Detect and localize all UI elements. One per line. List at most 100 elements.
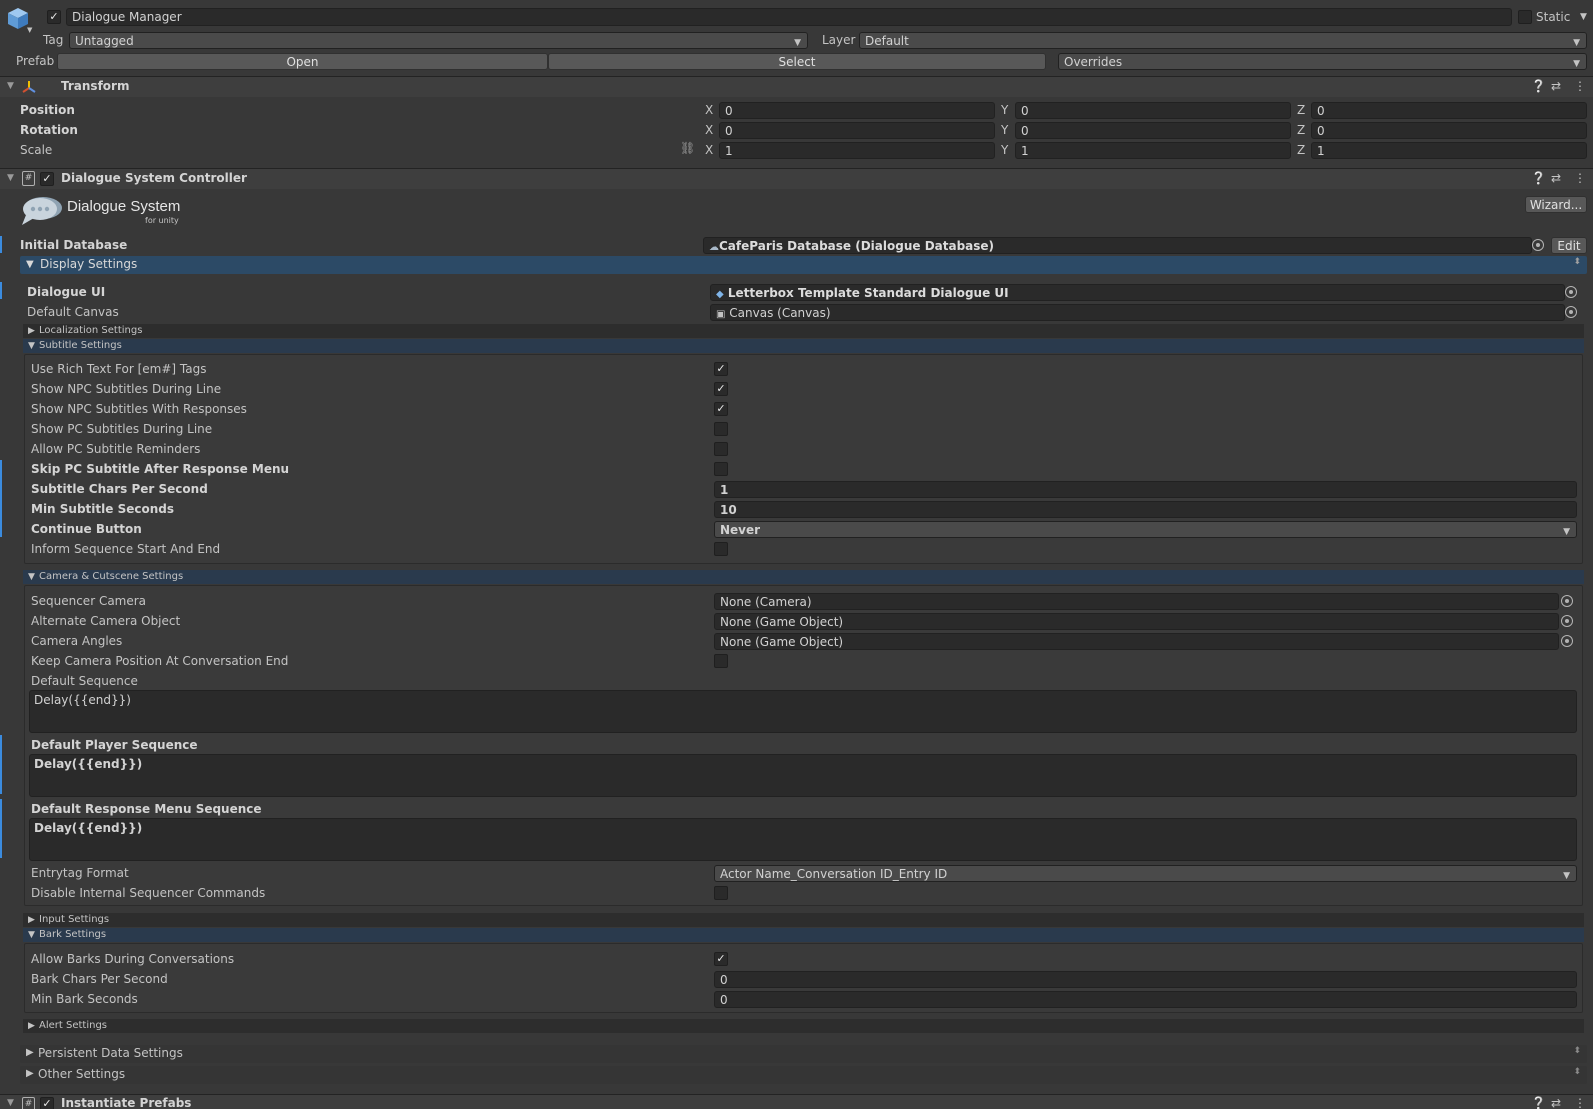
expand-collapse-icon[interactable]: ⬍ <box>1573 257 1581 267</box>
object-picker-icon[interactable] <box>1561 595 1573 607</box>
dialogue-ui-label: Dialogue UI <box>27 285 106 299</box>
subtitle-chars-label: Subtitle Chars Per Second <box>31 482 208 496</box>
chevron-down-icon: ▼ <box>1563 527 1570 537</box>
position-z-field[interactable]: 0 <box>1311 102 1587 119</box>
inform-sequence-checkbox[interactable] <box>714 542 728 556</box>
scale-z-field[interactable]: 1 <box>1311 142 1587 159</box>
entrytag-format-value: Actor Name_Conversation ID_Entry ID <box>720 867 948 881</box>
input-settings-header[interactable]: ▶ Input Settings <box>23 913 1584 927</box>
disable-internal-checkbox[interactable] <box>714 886 728 900</box>
dialogue-system-controller-header[interactable]: ▼ # ✓ Dialogue System Controller ❔ ⇄ ⋮ <box>0 168 1593 189</box>
kebab-menu-icon[interactable]: ⋮ <box>1574 171 1586 185</box>
entrytag-format-dropdown[interactable]: Actor Name_Conversation ID_Entry ID ▼ <box>714 865 1577 882</box>
other-settings-title: Other Settings <box>38 1067 126 1081</box>
response-sequence-textarea[interactable]: Delay({{end}}) <box>29 818 1577 861</box>
dialogue-ui-field[interactable]: ◆ Letterbox Template Standard Dialogue U… <box>710 284 1565 301</box>
camera-settings-header[interactable]: ▼ Camera & Cutscene Settings <box>23 570 1584 584</box>
help-icon[interactable]: ❔ <box>1531 171 1546 185</box>
help-icon[interactable]: ❔ <box>1531 79 1546 93</box>
pc-during-line-checkbox[interactable] <box>714 422 728 436</box>
edit-database-button[interactable]: Edit <box>1551 237 1587 254</box>
rich-text-checkbox[interactable]: ✓ <box>714 362 728 376</box>
object-picker-icon[interactable] <box>1561 615 1573 627</box>
scale-x-field[interactable]: 1 <box>719 142 995 159</box>
instantiate-prefabs-title: Instantiate Prefabs <box>61 1096 192 1109</box>
player-sequence-label: Default Player Sequence <box>31 738 198 752</box>
static-checkbox[interactable] <box>1518 10 1532 24</box>
database-icon: ☁ <box>709 242 719 253</box>
default-canvas-field[interactable]: ▣ Canvas (Canvas) <box>710 304 1565 321</box>
foldout-arrow-icon: ▼ <box>7 81 14 91</box>
persistent-data-settings-title: Persistent Data Settings <box>38 1046 183 1060</box>
icon-dropdown-arrow-icon[interactable]: ▼ <box>27 26 32 34</box>
display-settings-header[interactable]: ▼ Display Settings ⬍ <box>20 256 1587 274</box>
pc-reminders-label: Allow PC Subtitle Reminders <box>31 442 201 456</box>
pc-reminders-checkbox[interactable] <box>714 442 728 456</box>
subtitle-chars-field[interactable]: 1 <box>714 481 1577 498</box>
foldout-arrow-icon: ▼ <box>7 1098 14 1108</box>
wizard-button[interactable]: Wizard... <box>1525 196 1587 213</box>
object-picker-icon[interactable] <box>1565 286 1577 298</box>
allow-barks-checkbox[interactable]: ✓ <box>714 952 728 966</box>
modified-indicator <box>0 735 2 794</box>
initial-database-label: Initial Database <box>20 238 128 252</box>
logo-sub-text: for unity <box>145 216 179 225</box>
object-picker-icon[interactable] <box>1532 239 1544 251</box>
min-subtitle-seconds-field[interactable]: 10 <box>714 501 1577 518</box>
other-settings-header[interactable]: ▶ Other Settings ⬍ <box>20 1066 1587 1084</box>
expand-collapse-icon[interactable]: ⬍ <box>1573 1046 1581 1056</box>
keep-camera-checkbox[interactable] <box>714 654 728 668</box>
prefab-select-button[interactable]: Select <box>548 53 1046 70</box>
overrides-dropdown[interactable]: Overrides ▼ <box>1058 53 1587 70</box>
player-sequence-textarea[interactable]: Delay({{end}}) <box>29 754 1577 797</box>
instantiate-prefabs-header[interactable]: ▼ # ✓ Instantiate Prefabs ❔ ⇄ ⋮ <box>0 1094 1593 1109</box>
bark-chars-field[interactable]: 0 <box>714 971 1577 988</box>
persistent-data-settings-header[interactable]: ▶ Persistent Data Settings ⬍ <box>20 1045 1587 1063</box>
response-sequence-label: Default Response Menu Sequence <box>31 802 262 816</box>
min-bark-seconds-field[interactable]: 0 <box>714 991 1577 1008</box>
rotation-x-label: X <box>705 123 714 137</box>
presets-icon[interactable]: ⇄ <box>1551 79 1561 93</box>
tag-dropdown[interactable]: Untagged ▼ <box>69 32 808 49</box>
object-picker-icon[interactable] <box>1565 306 1577 318</box>
kebab-menu-icon[interactable]: ⋮ <box>1574 1096 1586 1109</box>
active-checkbox[interactable]: ✓ <box>47 10 61 24</box>
npc-during-line-checkbox[interactable]: ✓ <box>714 382 728 396</box>
help-icon[interactable]: ❔ <box>1531 1096 1546 1109</box>
presets-icon[interactable]: ⇄ <box>1551 1096 1561 1109</box>
prefab-open-button[interactable]: Open <box>57 53 548 70</box>
static-dropdown-icon[interactable]: ▼ <box>1580 12 1587 22</box>
object-name-field[interactable]: Dialogue Manager <box>66 8 1512 26</box>
default-sequence-textarea[interactable]: Delay({{end}}) <box>29 690 1577 733</box>
layer-dropdown[interactable]: Default ▼ <box>859 32 1587 49</box>
rotation-x-field[interactable]: 0 <box>719 122 995 139</box>
alternate-camera-field[interactable]: None (Game Object) <box>714 613 1559 630</box>
instantiate-enabled-checkbox[interactable]: ✓ <box>40 1097 54 1109</box>
localization-settings-header[interactable]: ▶ Localization Settings <box>23 324 1584 338</box>
initial-database-field[interactable]: ☁CafeParis Database (Dialogue Database) <box>703 237 1532 254</box>
object-picker-icon[interactable] <box>1561 635 1573 647</box>
sequencer-camera-field[interactable]: None (Camera) <box>714 593 1559 610</box>
transform-header[interactable]: ▼ Transform ❔ ⇄ ⋮ <box>0 76 1593 97</box>
expand-collapse-icon[interactable]: ⬍ <box>1573 1067 1581 1077</box>
camera-angles-field[interactable]: None (Game Object) <box>714 633 1559 650</box>
rotation-z-field[interactable]: 0 <box>1311 122 1587 139</box>
npc-with-responses-checkbox[interactable]: ✓ <box>714 402 728 416</box>
foldout-arrow-icon: ▶ <box>28 326 35 336</box>
position-y-field[interactable]: 0 <box>1015 102 1291 119</box>
kebab-menu-icon[interactable]: ⋮ <box>1574 79 1586 93</box>
skip-pc-checkbox[interactable] <box>714 462 728 476</box>
controller-enabled-checkbox[interactable]: ✓ <box>40 172 54 186</box>
alert-settings-header[interactable]: ▶ Alert Settings <box>23 1019 1584 1033</box>
subtitle-settings-title: Subtitle Settings <box>39 340 122 351</box>
scale-y-field[interactable]: 1 <box>1015 142 1291 159</box>
rotation-y-field[interactable]: 0 <box>1015 122 1291 139</box>
subtitle-settings-header[interactable]: ▼ Subtitle Settings <box>23 339 1584 353</box>
position-x-field[interactable]: 0 <box>719 102 995 119</box>
static-label: Static <box>1536 10 1571 24</box>
transform-title: Transform <box>61 79 130 93</box>
constrain-proportions-icon[interactable]: ⛓ <box>680 141 695 155</box>
continue-button-dropdown[interactable]: Never ▼ <box>714 521 1577 538</box>
bark-settings-header[interactable]: ▼ Bark Settings <box>23 928 1584 942</box>
presets-icon[interactable]: ⇄ <box>1551 171 1561 185</box>
